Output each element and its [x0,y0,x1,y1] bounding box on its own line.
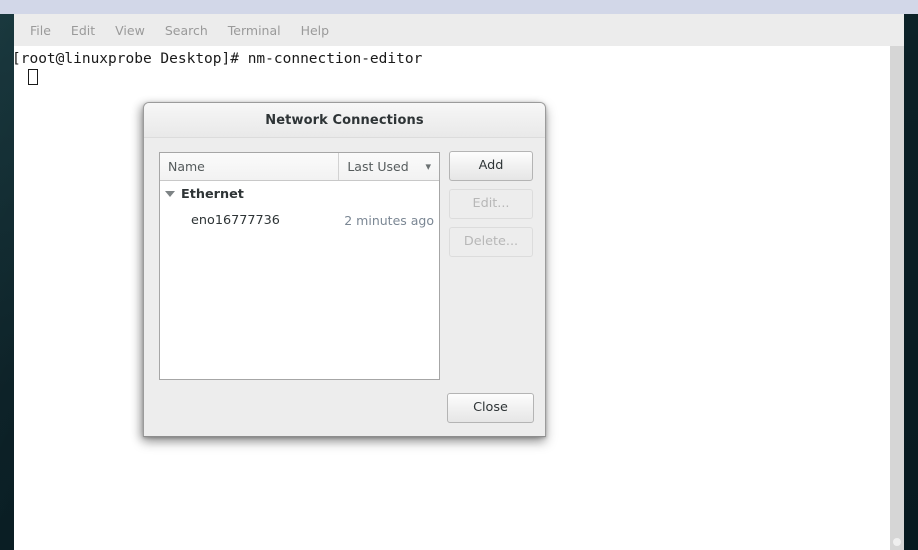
terminal-prompt-line: [root@linuxprobe Desktop]# nm-connection… [14,51,423,67]
connection-name: eno16777736 [191,212,280,228]
edit-button: Edit... [449,189,533,219]
scrollbar-thumb[interactable] [893,538,901,546]
menu-terminal[interactable]: Terminal [218,20,291,41]
list-column-headers: Name Last Used ▾ [160,153,439,181]
list-group-ethernet[interactable]: Ethernet [160,181,439,207]
list-group-label: Ethernet [181,186,244,202]
terminal-cursor [28,69,38,85]
dialog-titlebar[interactable]: Network Connections [144,103,545,138]
menu-search[interactable]: Search [155,20,218,41]
chevron-down-icon: ▾ [425,160,431,173]
dialog-title: Network Connections [265,112,424,128]
column-header-name[interactable]: Name [160,153,340,180]
close-button[interactable]: Close [447,393,534,423]
dialog-content: Name Last Used ▾ Ethernet eno16777736 2 … [144,138,545,437]
terminal-scrollbar[interactable] [890,46,904,550]
connections-list[interactable]: Name Last Used ▾ Ethernet eno16777736 2 … [159,152,440,380]
column-header-last-used-label: Last Used [347,159,409,174]
network-connections-dialog: Network Connections Name Last Used ▾ Eth… [143,102,546,437]
menu-view[interactable]: View [105,20,155,41]
dialog-side-buttons: Add Edit... Delete... [449,151,533,265]
connection-last-used: 2 minutes ago [344,212,434,228]
menu-file[interactable]: File [20,20,61,41]
menu-edit[interactable]: Edit [61,20,105,41]
terminal-menubar: File Edit View Search Terminal Help [14,14,904,46]
desktop-top-panel [0,0,918,14]
column-header-name-label: Name [168,159,205,174]
add-button[interactable]: Add [449,151,533,181]
list-item[interactable]: eno16777736 2 minutes ago [160,207,439,233]
menu-help[interactable]: Help [291,20,340,41]
column-header-last-used[interactable]: Last Used ▾ [339,153,439,180]
triangle-down-icon[interactable] [165,191,175,197]
delete-button: Delete... [449,227,533,257]
